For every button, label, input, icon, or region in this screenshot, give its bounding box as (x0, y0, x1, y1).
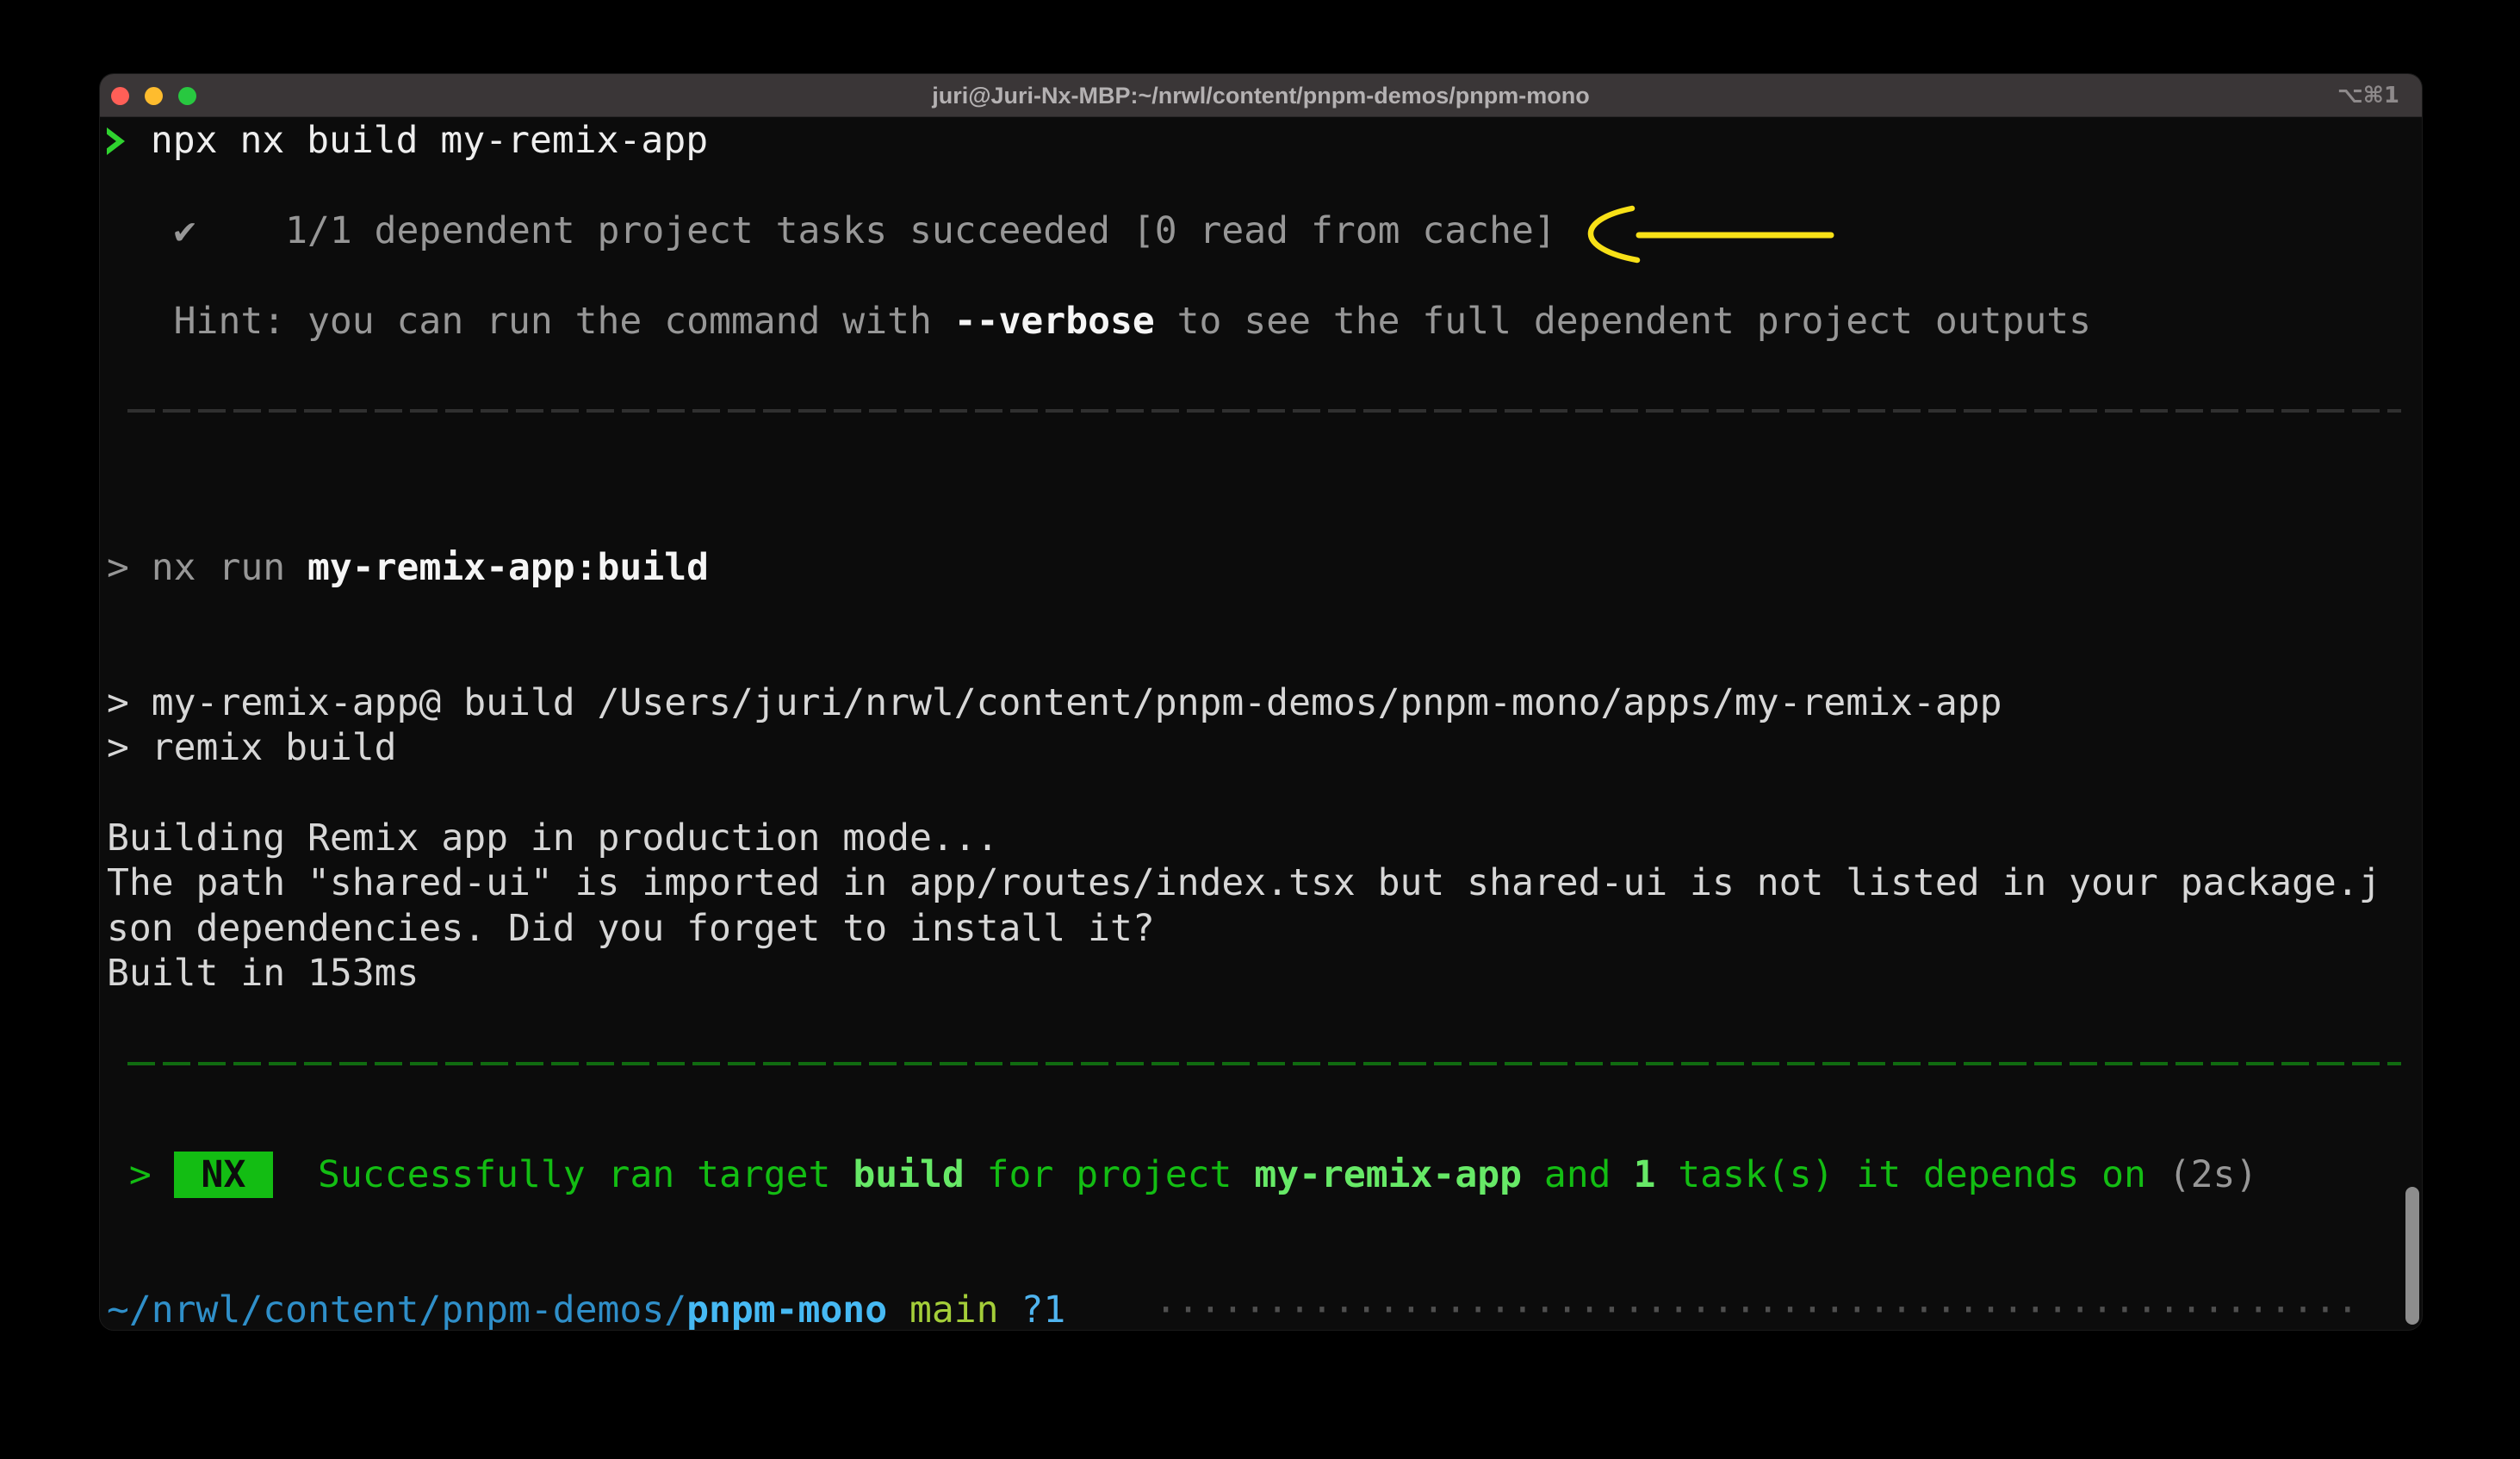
terminal-text-segment (1065, 1288, 1155, 1330)
separator-gray (127, 409, 2401, 413)
terminal-text-segment: 1 (1633, 1153, 1655, 1196)
terminal-line: > nx run my-remix-app:build (107, 545, 2422, 590)
terminal-text-segment: ✔ 1/1 dependent project tasks succeeded … (107, 209, 1556, 252)
terminal-line (107, 1242, 2422, 1287)
terminal-line: ✔ 1/1 dependent project tasks succeeded … (107, 208, 2422, 253)
terminal-text-segment: > (107, 1153, 174, 1196)
terminal-text-segment: Built in 153ms (107, 952, 419, 995)
terminal-line (107, 1197, 2422, 1242)
terminal-text-segment: ········································… (1155, 1288, 2359, 1330)
prompt-chevron-icon (107, 127, 125, 155)
terminal-line: > remix build (107, 725, 2422, 770)
terminal-text-segment: Hint: you can run the command with (107, 300, 954, 343)
terminal-text-segment: pnpm-mono (686, 1288, 887, 1330)
terminal-text-segment: NX (174, 1152, 274, 1198)
terminal-line: The path "shared-ui" is imported in app/… (107, 860, 2422, 905)
terminal-line (107, 1107, 2422, 1152)
terminal-text-segment: my-remix-app (1254, 1153, 1522, 1196)
separator-green (127, 1062, 2401, 1065)
terminal-line (107, 455, 2422, 500)
terminal-line (107, 590, 2422, 635)
terminal-text-segment: task(s) it depends on (1655, 1153, 2168, 1196)
terminal-line: Building Remix app in production mode... (107, 816, 2422, 860)
terminal-text-segment: son dependencies. Did you forget to inst… (107, 907, 1155, 950)
terminal-text-segment: my-remix-app:build (307, 546, 709, 589)
terminal-text-segment: --verbose (954, 300, 1155, 343)
terminal-line: > my-remix-app@ build /Users/juri/nrwl/c… (107, 680, 2422, 725)
terminal-line: Hint: you can run the command with --ver… (107, 299, 2422, 344)
terminal-text-segment: to see the full dependent project output… (1155, 300, 2091, 343)
terminal-line (107, 1062, 2422, 1107)
terminal-line (107, 163, 2422, 208)
terminal-text-segment: > remix build (107, 726, 397, 769)
tab-shortcut-hint: ⌥⌘1 (2337, 74, 2399, 117)
terminal-text-segment: and (1522, 1153, 1633, 1196)
terminal-text-segment (999, 1288, 1021, 1330)
terminal-line: son dependencies. Did you forget to inst… (107, 906, 2422, 951)
terminal-text-segment: ?1 (1021, 1288, 1065, 1330)
terminal-line (107, 344, 2422, 388)
scrollbar-thumb[interactable] (2405, 1187, 2419, 1325)
terminal-text-segment: > nx run (107, 546, 307, 589)
terminal-line (107, 996, 2422, 1040)
terminal-line (107, 770, 2422, 815)
terminal-text-segment: Building Remix app in production mode... (107, 816, 999, 860)
terminal-text-segment: build (853, 1153, 964, 1196)
terminal-line (107, 635, 2422, 680)
terminal-text-segment: > my-remix-app@ build /Users/juri/nrwl/c… (107, 681, 2002, 724)
terminal-body[interactable]: npx nx build my-remix-app ✔ 1/1 dependen… (100, 118, 2422, 1330)
terminal-text-segment (887, 1288, 909, 1330)
terminal-line (107, 253, 2422, 298)
terminal-line: ~/nrwl/content/pnpm-demos/pnpm-mono main… (107, 1288, 2422, 1330)
terminal-line: > NX Successfully ran target build for p… (107, 1152, 2422, 1197)
terminal-text-segment: ~/nrwl/content/pnpm-demos/ (107, 1288, 686, 1330)
terminal-text-segment: main (909, 1288, 999, 1330)
terminal-text-segment: for project (965, 1153, 1255, 1196)
terminal-window: juri@Juri-Nx-MBP:~/nrwl/content/pnpm-dem… (100, 74, 2422, 1330)
terminal-line: npx nx build my-remix-app (107, 118, 2422, 163)
terminal-text-segment: Successfully ran target (273, 1153, 853, 1196)
titlebar[interactable]: juri@Juri-Nx-MBP:~/nrwl/content/pnpm-dem… (100, 74, 2422, 117)
terminal-text-segment: The path "shared-ui" is imported in app/… (107, 861, 2381, 904)
window-title: juri@Juri-Nx-MBP:~/nrwl/content/pnpm-dem… (100, 74, 2422, 117)
terminal-line (107, 500, 2422, 544)
terminal-line (107, 409, 2422, 454)
terminal-text-segment: (2s) (2169, 1153, 2258, 1196)
terminal-text-segment: npx nx build my-remix-app (128, 119, 708, 162)
terminal-line: Built in 153ms (107, 951, 2422, 996)
